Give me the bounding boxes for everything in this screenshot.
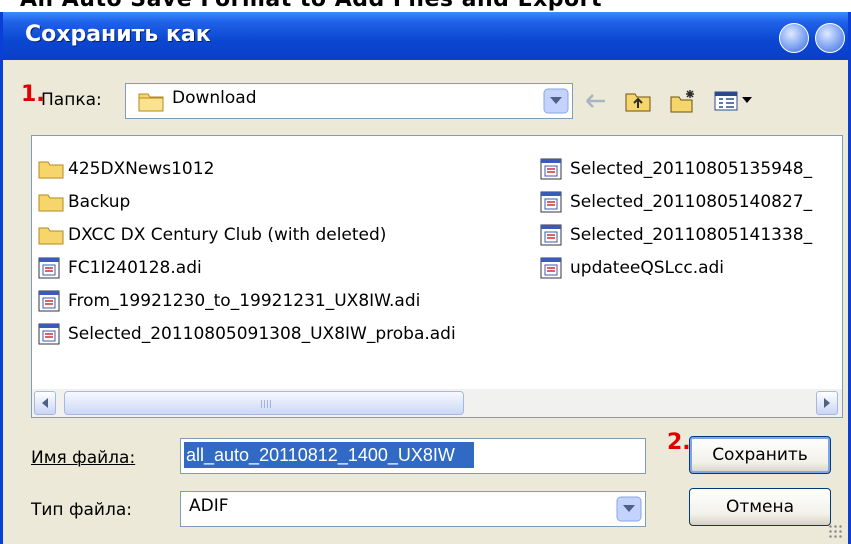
item-name: From_19921230_to_19921231_UX8IW.adi [68, 291, 421, 311]
back-arrow-icon [586, 94, 605, 108]
cropped-top-text: All Auto Save Format to Add Files and Ex… [0, 0, 851, 12]
filename-label: Имя файла: [31, 448, 136, 468]
item-name: Selected_20110805140827_ [570, 192, 813, 212]
item-name: Backup [68, 192, 131, 212]
dialog-title: Сохранить как [25, 22, 211, 47]
folder-icon [38, 191, 64, 213]
list-item[interactable]: FC1I240128.adi [38, 254, 202, 282]
file-list[interactable]: 425DXNews1012 Backup DXCC DX Century Clu… [31, 135, 843, 418]
file-icon [540, 158, 566, 180]
list-item[interactable]: DXCC DX Century Club (with deleted) [38, 221, 386, 249]
scroll-left-button[interactable] [34, 391, 56, 415]
filename-field[interactable] [180, 438, 646, 474]
filetype-label: Тип файла: [31, 500, 132, 520]
save-button-label: Сохранить [712, 445, 808, 465]
file-icon [540, 224, 566, 246]
item-name: Selected_20110805135948_ [570, 159, 813, 179]
item-name: Selected_20110805091308_UX8IW_proba.adi [68, 324, 456, 344]
filename-input[interactable] [184, 442, 474, 468]
top-strip-text: All Auto Save Format to Add Files and Ex… [20, 0, 602, 12]
help-button[interactable] [779, 23, 809, 53]
folder-icon [38, 224, 64, 246]
file-icon [38, 257, 64, 279]
scrollbar-thumb[interactable] [64, 391, 464, 415]
folder-dropdown-button[interactable] [542, 86, 570, 116]
folder-icon [138, 90, 164, 116]
list-item[interactable]: Selected_20110805091308_UX8IW_proba.adi [38, 320, 456, 348]
thumb-grip [261, 400, 273, 408]
filetype-combo[interactable]: ADIF [180, 491, 646, 527]
folder-combo[interactable]: Download [125, 83, 573, 119]
scroll-right-button[interactable] [816, 391, 838, 415]
annotation-number-2: 2. [667, 430, 691, 455]
save-as-dialog: Сохранить как 1. Папка: Download 425DXNe… [0, 12, 851, 544]
folder-icon [38, 158, 64, 180]
save-button[interactable]: Сохранить [689, 436, 831, 474]
chevron-down-icon [616, 496, 642, 522]
view-menu-icon [714, 91, 752, 111]
back-button[interactable] [581, 86, 611, 116]
chevron-right-icon [824, 398, 830, 408]
horizontal-scrollbar[interactable] [32, 389, 842, 417]
close-button[interactable] [815, 23, 845, 53]
chevron-left-icon [42, 398, 48, 408]
list-item[interactable]: Selected_20110805135948_ [540, 155, 812, 183]
up-folder-icon [625, 93, 651, 112]
up-folder-button[interactable] [623, 86, 653, 116]
filetype-dropdown-button[interactable] [615, 494, 643, 524]
item-name: Selected_20110805141338_ [570, 225, 813, 245]
new-folder-button[interactable] [669, 86, 699, 116]
title-bar[interactable]: Сохранить как [3, 12, 848, 60]
folder-label: Папка: [41, 90, 102, 110]
list-item[interactable]: Selected_20110805140827_ [540, 188, 812, 216]
list-item[interactable]: updateeQSLcc.adi [540, 254, 724, 282]
item-name: FC1I240128.adi [68, 258, 202, 278]
list-item[interactable]: Selected_20110805141338_ [540, 221, 812, 249]
file-icon [38, 290, 64, 312]
file-icon [540, 257, 566, 279]
list-item[interactable]: 425DXNews1012 [38, 155, 214, 183]
list-item[interactable]: Backup [38, 188, 130, 216]
folder-value: Download [172, 88, 257, 108]
list-item[interactable]: From_19921230_to_19921231_UX8IW.adi [38, 287, 420, 315]
cancel-button-label: Отмена [725, 497, 795, 517]
new-folder-icon [670, 90, 694, 113]
resize-grip[interactable] [828, 524, 844, 540]
item-name: 425DXNews1012 [68, 159, 215, 179]
item-name: DXCC DX Century Club (with deleted) [68, 225, 387, 245]
view-menu-button[interactable] [713, 86, 759, 116]
file-icon [38, 323, 64, 345]
item-name: updateeQSLcc.adi [570, 258, 725, 278]
file-icon [540, 191, 566, 213]
chevron-down-icon [543, 88, 569, 114]
filetype-value: ADIF [189, 496, 229, 516]
cancel-button[interactable]: Отмена [689, 488, 831, 526]
